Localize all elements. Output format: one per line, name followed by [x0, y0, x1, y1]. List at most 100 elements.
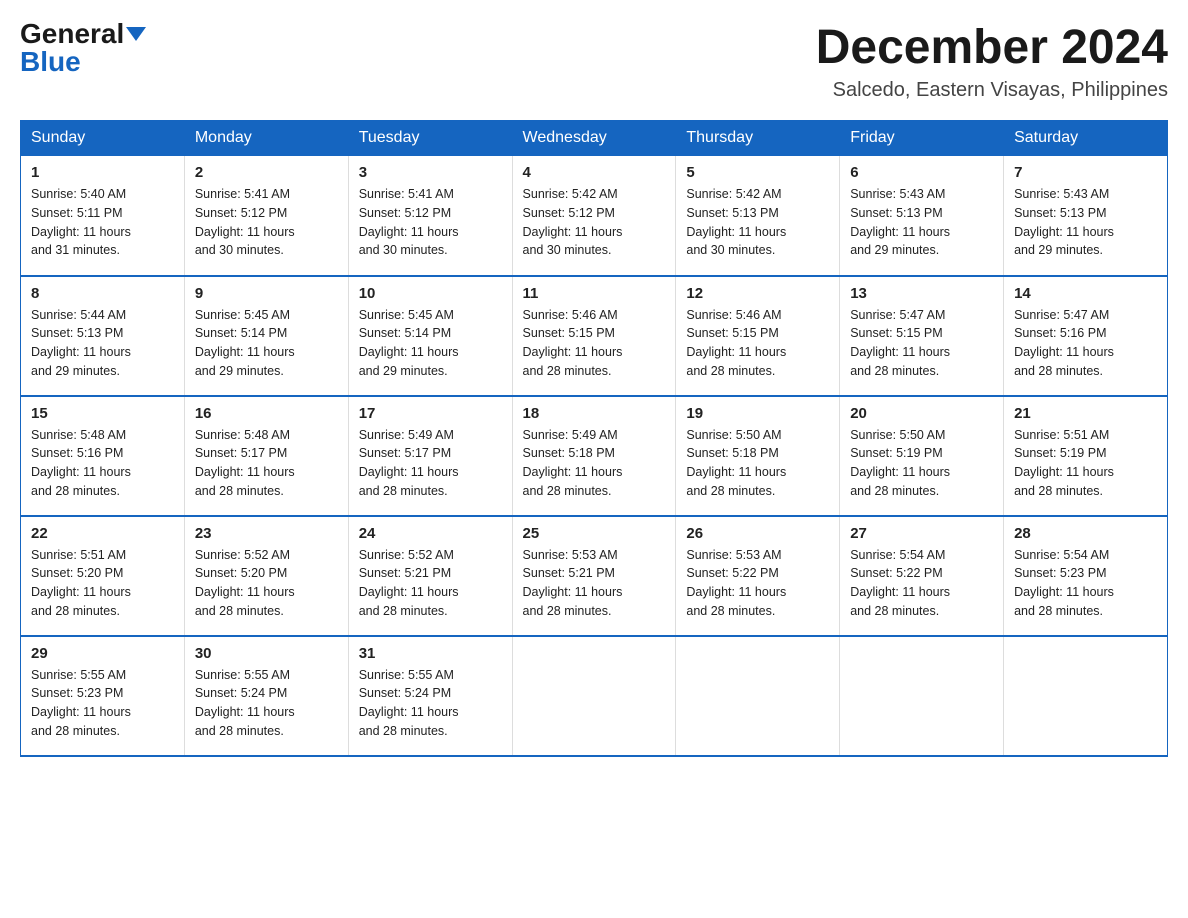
day-info: Sunrise: 5:50 AM Sunset: 5:19 PM Dayligh…: [850, 426, 993, 501]
day-number: 20: [850, 405, 993, 422]
day-info: Sunrise: 5:42 AM Sunset: 5:13 PM Dayligh…: [686, 185, 829, 260]
day-info: Sunrise: 5:47 AM Sunset: 5:15 PM Dayligh…: [850, 306, 993, 381]
day-number: 28: [1014, 525, 1157, 542]
calendar-cell: 22 Sunrise: 5:51 AM Sunset: 5:20 PM Dayl…: [21, 516, 185, 636]
header-monday: Monday: [184, 121, 348, 156]
calendar-cell: 1 Sunrise: 5:40 AM Sunset: 5:11 PM Dayli…: [21, 156, 185, 276]
calendar-cell: 19 Sunrise: 5:50 AM Sunset: 5:18 PM Dayl…: [676, 396, 840, 516]
day-info: Sunrise: 5:50 AM Sunset: 5:18 PM Dayligh…: [686, 426, 829, 501]
calendar-cell: 12 Sunrise: 5:46 AM Sunset: 5:15 PM Dayl…: [676, 276, 840, 396]
logo-triangle-icon: [126, 27, 146, 41]
day-info: Sunrise: 5:54 AM Sunset: 5:22 PM Dayligh…: [850, 546, 993, 621]
day-info: Sunrise: 5:46 AM Sunset: 5:15 PM Dayligh…: [523, 306, 666, 381]
calendar-cell: 31 Sunrise: 5:55 AM Sunset: 5:24 PM Dayl…: [348, 636, 512, 756]
calendar-header-row: SundayMondayTuesdayWednesdayThursdayFrid…: [21, 121, 1168, 156]
day-info: Sunrise: 5:55 AM Sunset: 5:23 PM Dayligh…: [31, 666, 174, 741]
calendar-cell: 9 Sunrise: 5:45 AM Sunset: 5:14 PM Dayli…: [184, 276, 348, 396]
day-number: 3: [359, 164, 502, 181]
week-row-3: 15 Sunrise: 5:48 AM Sunset: 5:16 PM Dayl…: [21, 396, 1168, 516]
calendar-cell: 8 Sunrise: 5:44 AM Sunset: 5:13 PM Dayli…: [21, 276, 185, 396]
day-info: Sunrise: 5:55 AM Sunset: 5:24 PM Dayligh…: [195, 666, 338, 741]
day-number: 26: [686, 525, 829, 542]
calendar-cell: 3 Sunrise: 5:41 AM Sunset: 5:12 PM Dayli…: [348, 156, 512, 276]
calendar-cell: 26 Sunrise: 5:53 AM Sunset: 5:22 PM Dayl…: [676, 516, 840, 636]
calendar-cell: 16 Sunrise: 5:48 AM Sunset: 5:17 PM Dayl…: [184, 396, 348, 516]
day-info: Sunrise: 5:45 AM Sunset: 5:14 PM Dayligh…: [359, 306, 502, 381]
calendar-cell: 28 Sunrise: 5:54 AM Sunset: 5:23 PM Dayl…: [1004, 516, 1168, 636]
day-number: 10: [359, 285, 502, 302]
week-row-5: 29 Sunrise: 5:55 AM Sunset: 5:23 PM Dayl…: [21, 636, 1168, 756]
day-number: 29: [31, 645, 174, 662]
logo-blue-text: Blue: [20, 48, 81, 76]
day-info: Sunrise: 5:51 AM Sunset: 5:20 PM Dayligh…: [31, 546, 174, 621]
calendar-cell: [1004, 636, 1168, 756]
day-info: Sunrise: 5:54 AM Sunset: 5:23 PM Dayligh…: [1014, 546, 1157, 621]
day-info: Sunrise: 5:40 AM Sunset: 5:11 PM Dayligh…: [31, 185, 174, 260]
calendar-cell: 2 Sunrise: 5:41 AM Sunset: 5:12 PM Dayli…: [184, 156, 348, 276]
header-tuesday: Tuesday: [348, 121, 512, 156]
calendar-cell: 11 Sunrise: 5:46 AM Sunset: 5:15 PM Dayl…: [512, 276, 676, 396]
day-number: 8: [31, 285, 174, 302]
day-number: 13: [850, 285, 993, 302]
month-title: December 2024: [816, 20, 1168, 75]
day-number: 12: [686, 285, 829, 302]
day-number: 17: [359, 405, 502, 422]
day-number: 1: [31, 164, 174, 181]
calendar-cell: [840, 636, 1004, 756]
logo: General Blue: [20, 20, 146, 76]
page-header: General Blue December 2024 Salcedo, East…: [20, 20, 1168, 102]
day-number: 19: [686, 405, 829, 422]
day-number: 23: [195, 525, 338, 542]
header-friday: Friday: [840, 121, 1004, 156]
day-info: Sunrise: 5:41 AM Sunset: 5:12 PM Dayligh…: [195, 185, 338, 260]
day-number: 16: [195, 405, 338, 422]
calendar-cell: 15 Sunrise: 5:48 AM Sunset: 5:16 PM Dayl…: [21, 396, 185, 516]
day-number: 14: [1014, 285, 1157, 302]
logo-general-text: General: [20, 20, 124, 48]
day-info: Sunrise: 5:47 AM Sunset: 5:16 PM Dayligh…: [1014, 306, 1157, 381]
week-row-1: 1 Sunrise: 5:40 AM Sunset: 5:11 PM Dayli…: [21, 156, 1168, 276]
day-number: 11: [523, 285, 666, 302]
calendar-cell: 27 Sunrise: 5:54 AM Sunset: 5:22 PM Dayl…: [840, 516, 1004, 636]
week-row-2: 8 Sunrise: 5:44 AM Sunset: 5:13 PM Dayli…: [21, 276, 1168, 396]
calendar-cell: 14 Sunrise: 5:47 AM Sunset: 5:16 PM Dayl…: [1004, 276, 1168, 396]
day-info: Sunrise: 5:48 AM Sunset: 5:16 PM Dayligh…: [31, 426, 174, 501]
day-number: 9: [195, 285, 338, 302]
calendar-cell: 21 Sunrise: 5:51 AM Sunset: 5:19 PM Dayl…: [1004, 396, 1168, 516]
header-wednesday: Wednesday: [512, 121, 676, 156]
day-number: 22: [31, 525, 174, 542]
day-number: 24: [359, 525, 502, 542]
location-title: Salcedo, Eastern Visayas, Philippines: [816, 79, 1168, 102]
day-number: 21: [1014, 405, 1157, 422]
day-info: Sunrise: 5:44 AM Sunset: 5:13 PM Dayligh…: [31, 306, 174, 381]
day-info: Sunrise: 5:52 AM Sunset: 5:20 PM Dayligh…: [195, 546, 338, 621]
day-number: 5: [686, 164, 829, 181]
calendar-cell: 23 Sunrise: 5:52 AM Sunset: 5:20 PM Dayl…: [184, 516, 348, 636]
calendar-cell: 30 Sunrise: 5:55 AM Sunset: 5:24 PM Dayl…: [184, 636, 348, 756]
header-thursday: Thursday: [676, 121, 840, 156]
day-info: Sunrise: 5:55 AM Sunset: 5:24 PM Dayligh…: [359, 666, 502, 741]
calendar-cell: 17 Sunrise: 5:49 AM Sunset: 5:17 PM Dayl…: [348, 396, 512, 516]
day-number: 31: [359, 645, 502, 662]
day-number: 4: [523, 164, 666, 181]
calendar-cell: 24 Sunrise: 5:52 AM Sunset: 5:21 PM Dayl…: [348, 516, 512, 636]
day-number: 30: [195, 645, 338, 662]
day-info: Sunrise: 5:51 AM Sunset: 5:19 PM Dayligh…: [1014, 426, 1157, 501]
day-number: 7: [1014, 164, 1157, 181]
calendar-cell: 5 Sunrise: 5:42 AM Sunset: 5:13 PM Dayli…: [676, 156, 840, 276]
day-info: Sunrise: 5:45 AM Sunset: 5:14 PM Dayligh…: [195, 306, 338, 381]
day-number: 2: [195, 164, 338, 181]
day-info: Sunrise: 5:53 AM Sunset: 5:22 PM Dayligh…: [686, 546, 829, 621]
day-info: Sunrise: 5:43 AM Sunset: 5:13 PM Dayligh…: [850, 185, 993, 260]
header-sunday: Sunday: [21, 121, 185, 156]
day-info: Sunrise: 5:41 AM Sunset: 5:12 PM Dayligh…: [359, 185, 502, 260]
calendar-cell: [676, 636, 840, 756]
day-info: Sunrise: 5:53 AM Sunset: 5:21 PM Dayligh…: [523, 546, 666, 621]
day-info: Sunrise: 5:48 AM Sunset: 5:17 PM Dayligh…: [195, 426, 338, 501]
calendar-cell: [512, 636, 676, 756]
day-info: Sunrise: 5:43 AM Sunset: 5:13 PM Dayligh…: [1014, 185, 1157, 260]
day-number: 6: [850, 164, 993, 181]
calendar-cell: 20 Sunrise: 5:50 AM Sunset: 5:19 PM Dayl…: [840, 396, 1004, 516]
day-info: Sunrise: 5:49 AM Sunset: 5:17 PM Dayligh…: [359, 426, 502, 501]
header-saturday: Saturday: [1004, 121, 1168, 156]
